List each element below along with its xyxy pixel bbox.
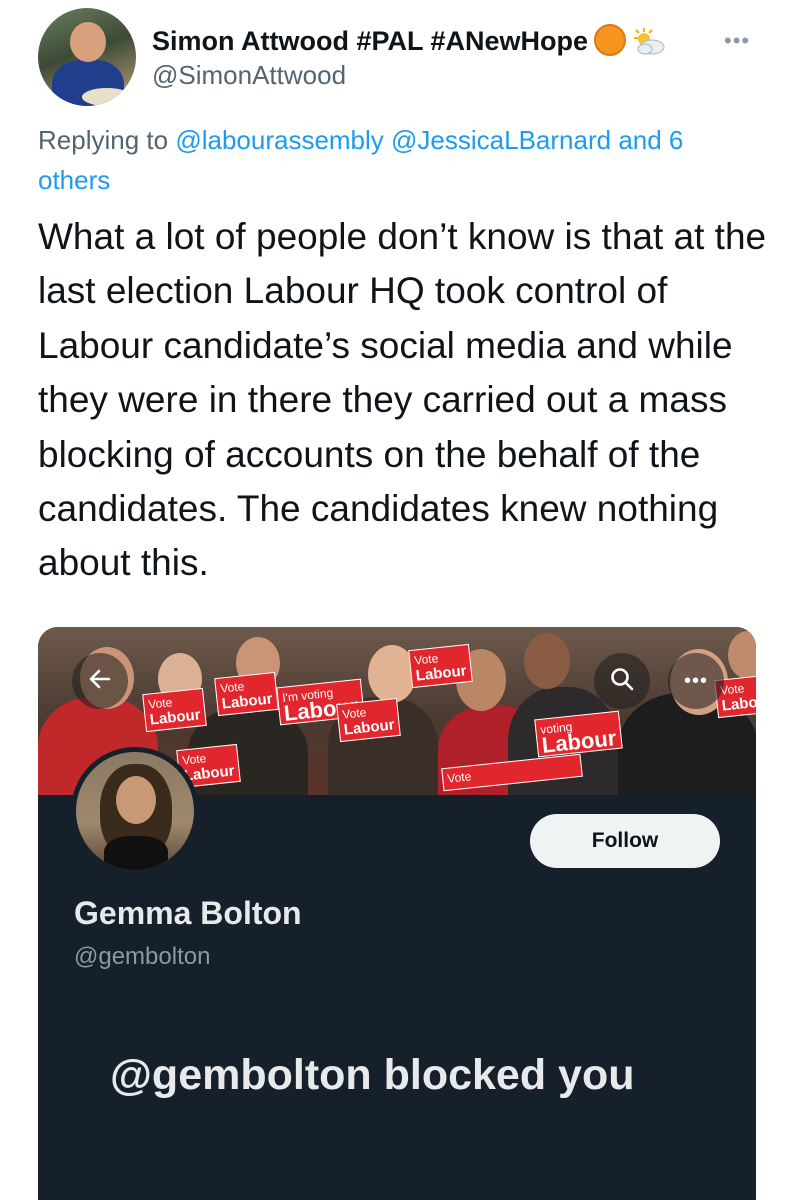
follow-button[interactable]: Follow xyxy=(530,814,720,868)
orange-circle-icon xyxy=(594,24,627,56)
profile-avatar[interactable] xyxy=(71,747,199,875)
sun-behind-cloud-icon xyxy=(630,26,666,63)
tweet-author-name[interactable]: Simon Attwood #PAL #ANewHope xyxy=(152,24,666,63)
mention-jessicalbarnard[interactable]: @JessicaLBarnard xyxy=(391,125,611,155)
crowd-figure xyxy=(728,631,756,679)
search-icon xyxy=(609,666,635,697)
embedded-profile-card[interactable]: Vote Labour Vote Labour Vote Labour I'm vot… xyxy=(38,627,756,1200)
banner-sign: Vote Labour xyxy=(408,643,473,689)
tweet-author-avatar[interactable] xyxy=(38,8,136,106)
mention-labourassembly[interactable]: @labourassembly xyxy=(175,125,383,155)
banner-sign: Vote Labour xyxy=(336,697,401,743)
replying-to-line: Replying to @labourassembly @JessicaLBar… xyxy=(38,120,758,200)
blocked-message: @gembolton blocked you xyxy=(110,1051,635,1099)
tweet-text: What a lot of people don’t know is that … xyxy=(38,216,767,584)
banner-sign: Vote Labour xyxy=(214,671,279,717)
more-icon: ••• xyxy=(683,669,708,692)
banner-sign: voting Labour xyxy=(534,710,623,758)
tweet-author-handle[interactable]: @SimonAttwood xyxy=(152,60,346,91)
arrow-left-icon xyxy=(87,666,113,697)
profile-handle: @gembolton xyxy=(74,943,211,970)
profile-more-button[interactable]: ••• xyxy=(668,653,724,709)
more-icon[interactable]: ••• xyxy=(724,28,750,54)
search-button[interactable] xyxy=(594,653,650,709)
profile-name: Gemma Bolton xyxy=(74,895,302,931)
crowd-figure xyxy=(524,633,570,689)
back-button[interactable] xyxy=(72,653,128,709)
author-name-text: Simon Attwood #PAL #ANewHope xyxy=(152,26,589,56)
replying-prefix: Replying to xyxy=(38,125,169,155)
banner-sign: Vote Labour xyxy=(142,687,207,733)
